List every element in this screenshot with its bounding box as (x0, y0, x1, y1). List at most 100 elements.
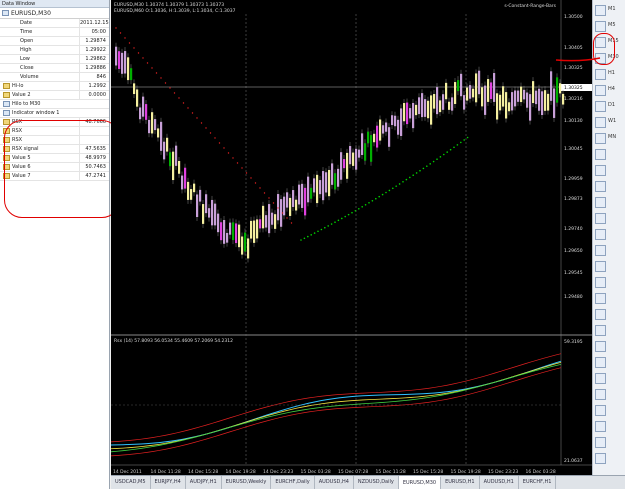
toolbar-button-icon[interactable] (595, 373, 606, 384)
toolbar-button-icon[interactable] (595, 389, 606, 400)
red-dot (137, 52, 140, 54)
candle-body (172, 151, 175, 181)
toolbar-button-icon[interactable] (595, 181, 606, 192)
candle-body (271, 212, 274, 225)
candle-body (355, 148, 358, 170)
toolbar-button-icon[interactable] (595, 341, 606, 352)
price-chart[interactable]: EURUSD,M30 1.30374 1.30379 1.30373 1.303… (111, 0, 592, 475)
toolbar-button-icon[interactable] (595, 405, 606, 416)
chart-tab[interactable]: AUDJPY,H1 (186, 476, 222, 489)
toolbar-button-icon[interactable] (595, 229, 606, 240)
price-label: 1.29545 (564, 270, 583, 276)
chart-tab[interactable]: EURUSD,M30 (398, 476, 442, 489)
rsx-band-lower (111, 367, 562, 457)
timeframe-h4[interactable]: H4 (608, 86, 615, 92)
chart-tab[interactable]: USDCAD,M5 (111, 476, 151, 489)
timeframe-m5[interactable]: M5 (608, 22, 616, 28)
candle-body (502, 86, 505, 107)
price-label: 1.30130 (564, 118, 583, 124)
red-dot (227, 152, 230, 154)
candle-body (343, 159, 346, 169)
data-row-label: Time (20, 28, 33, 35)
toolbar-button-icon[interactable] (595, 309, 606, 320)
data-row-label: Close (20, 64, 34, 71)
candle-body (175, 145, 178, 166)
symbol-row[interactable]: EURUSD,M30 (0, 8, 109, 19)
toolbar-button-icon[interactable] (595, 245, 606, 256)
chart-tab[interactable]: EURJPY,H4 (151, 476, 186, 489)
toolbar-button-icon[interactable] (595, 453, 606, 464)
toolbar-button-icon[interactable] (595, 277, 606, 288)
chart-canvas[interactable]: EURUSD,M30 1.30374 1.30379 1.30373 1.303… (111, 0, 592, 475)
candle-body (511, 92, 514, 111)
toolbar-button-icon[interactable] (595, 437, 606, 448)
toolbar-button-icon[interactable] (595, 357, 606, 368)
chart-tabs: USDCAD,M5 EURJPY,H4 AUDJPY,H1 EURUSD,Weekly… (111, 475, 625, 489)
candle-body (448, 101, 451, 110)
candle-body (472, 88, 475, 98)
toolbar-button-icon[interactable] (595, 5, 606, 16)
green-dot (419, 169, 421, 172)
chart-tab[interactable]: EURUSD,H1 (441, 476, 480, 489)
toolbar-button-icon[interactable] (595, 325, 606, 336)
candle-body (352, 152, 355, 166)
chart-tab[interactable]: AUDUSD,H1 (480, 476, 519, 489)
chart-tab[interactable]: NZDUSD,Daily (354, 476, 399, 489)
toolbar-button-icon[interactable] (595, 85, 606, 96)
green-dot (317, 230, 319, 233)
candle-body (304, 187, 307, 216)
toolbar-button-icon[interactable] (595, 293, 606, 304)
toolbar-button-icon[interactable] (595, 133, 606, 144)
toolbar-button-icon[interactable] (595, 197, 606, 208)
red-dot (191, 112, 194, 114)
candle-body (211, 199, 214, 226)
candle-body (523, 89, 526, 100)
candle-body (205, 194, 208, 214)
toolbar-button-icon[interactable] (595, 165, 606, 176)
chart-tab[interactable]: EURUSD,Weekly (222, 476, 272, 489)
data-row-label: Date (20, 19, 32, 26)
candle-body (559, 83, 562, 94)
candle-body (187, 181, 190, 200)
candle-body (406, 102, 409, 125)
candle-body (478, 70, 481, 95)
chart-header: EURUSD,M30 1.30374 1.30379 1.30373 1.303… (114, 2, 224, 8)
timeframe-w1[interactable]: W1 (608, 118, 616, 124)
toolbar-button-icon[interactable] (595, 117, 606, 128)
candle-body (424, 99, 427, 117)
toolbar-button-icon[interactable] (595, 213, 606, 224)
green-dot (409, 176, 411, 179)
toolbar-button-icon[interactable] (595, 149, 606, 160)
timeframe-h1[interactable]: H1 (608, 70, 615, 76)
toolbar-button-icon[interactable] (595, 261, 606, 272)
timeframe-d1[interactable]: D1 (608, 102, 615, 108)
candle-body (253, 220, 256, 243)
toolbar-button-icon[interactable] (595, 69, 606, 80)
candle-body (238, 224, 241, 248)
price-label: 1.30500 (564, 14, 583, 20)
candle-body (385, 122, 388, 132)
candle-body (313, 178, 316, 193)
candle-body (541, 91, 544, 116)
chart-tab[interactable]: EURCHF,H1 (519, 476, 557, 489)
chart-tab[interactable]: EURCHF,Daily (271, 476, 315, 489)
toolbar-button-icon[interactable] (595, 101, 606, 112)
red-dot (259, 187, 261, 189)
red-dot (254, 182, 257, 184)
toolbar-button-icon[interactable] (595, 21, 606, 32)
candle-body (403, 103, 406, 122)
green-dot (378, 195, 381, 198)
candle-body (469, 85, 472, 99)
chart-tab[interactable]: AUDUSD,H4 (315, 476, 354, 489)
green-dot (426, 165, 428, 167)
timeframe-mn[interactable]: MN (608, 134, 616, 140)
candle-body (373, 133, 376, 143)
candle-body (169, 152, 172, 167)
candle-body (493, 73, 496, 102)
timeframe-m1[interactable]: M1 (608, 6, 616, 12)
green-dot (351, 211, 353, 214)
green-dot (429, 163, 432, 165)
candle-body (415, 104, 418, 116)
toolbar-button-icon[interactable] (595, 421, 606, 432)
green-dot (432, 160, 435, 163)
